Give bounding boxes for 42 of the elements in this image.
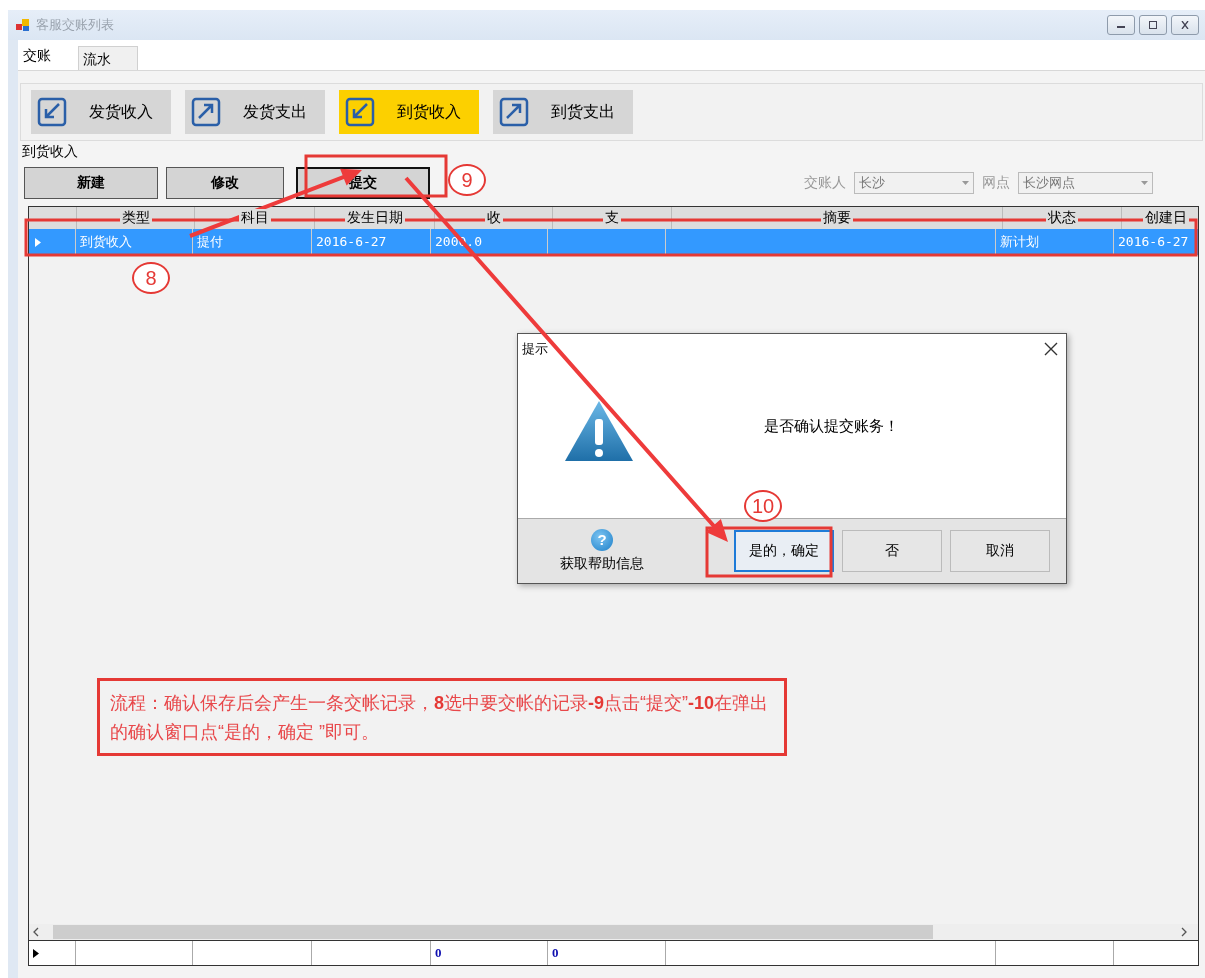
toolbar-button[interactable]: 发货收入 [31, 90, 171, 134]
maximize-button[interactable] [1139, 15, 1167, 35]
total-cell: 0 [548, 941, 666, 965]
close-icon [1180, 21, 1190, 29]
dropdown-arrow-icon [1141, 181, 1148, 185]
dialog-message: 是否确认提交账务！ [764, 416, 899, 436]
toolbar-button[interactable]: 到货支出 [493, 90, 633, 134]
minimize-button[interactable] [1107, 15, 1135, 35]
action-button[interactable]: 修改 [166, 167, 284, 199]
column-header[interactable]: 发生日期 [315, 207, 435, 229]
toolbar-button[interactable]: 发货支出 [185, 90, 325, 134]
table-cell: 2016-6-27 [312, 229, 431, 255]
group-title: 到货收入 [21, 143, 79, 161]
close-button[interactable] [1171, 15, 1199, 35]
warning-icon [564, 400, 634, 462]
app-icon [16, 18, 30, 32]
window-title: 客服交账列表 [36, 16, 114, 34]
horizontal-scrollbar[interactable] [29, 924, 1198, 941]
instruction-note: 流程：确认保存后会产生一条交帐记录，8选中要交帐的记录-9点击“提交”-10在弹出的确认窗口点“是的，确定 ”即可。 [97, 678, 787, 756]
table-cell: 2016-6-27 [1114, 229, 1198, 255]
action-button[interactable]: 新建 [24, 167, 158, 199]
dialog-button[interactable]: 否 [842, 530, 942, 572]
help-button[interactable]: ? 获取帮助信息 [532, 528, 672, 574]
filter-label: 网点 [982, 174, 1010, 192]
arrow-in-icon [37, 97, 67, 127]
maximize-icon [1148, 21, 1158, 29]
row-pointer-icon [35, 237, 41, 247]
close-icon[interactable] [1044, 342, 1058, 356]
dialog-button[interactable]: 取消 [950, 530, 1050, 572]
row-pointer-icon [33, 948, 39, 958]
arrow-out-icon [499, 97, 529, 127]
dialog-title: 提示 [522, 340, 548, 358]
dialog-button[interactable]: 是的，确定 [734, 530, 834, 572]
total-cell: 0 [431, 941, 548, 965]
table-cell: 新计划 [996, 229, 1114, 255]
arrow-out-icon [191, 97, 221, 127]
column-header[interactable]: 创建日 [1122, 207, 1198, 229]
toolbar-button[interactable]: 到货收入 [339, 90, 479, 134]
tab[interactable]: 流水 [78, 46, 138, 70]
arrow-in-icon [345, 97, 375, 127]
filter-label: 交账人 [804, 174, 846, 192]
dropdown-arrow-icon [962, 181, 969, 185]
